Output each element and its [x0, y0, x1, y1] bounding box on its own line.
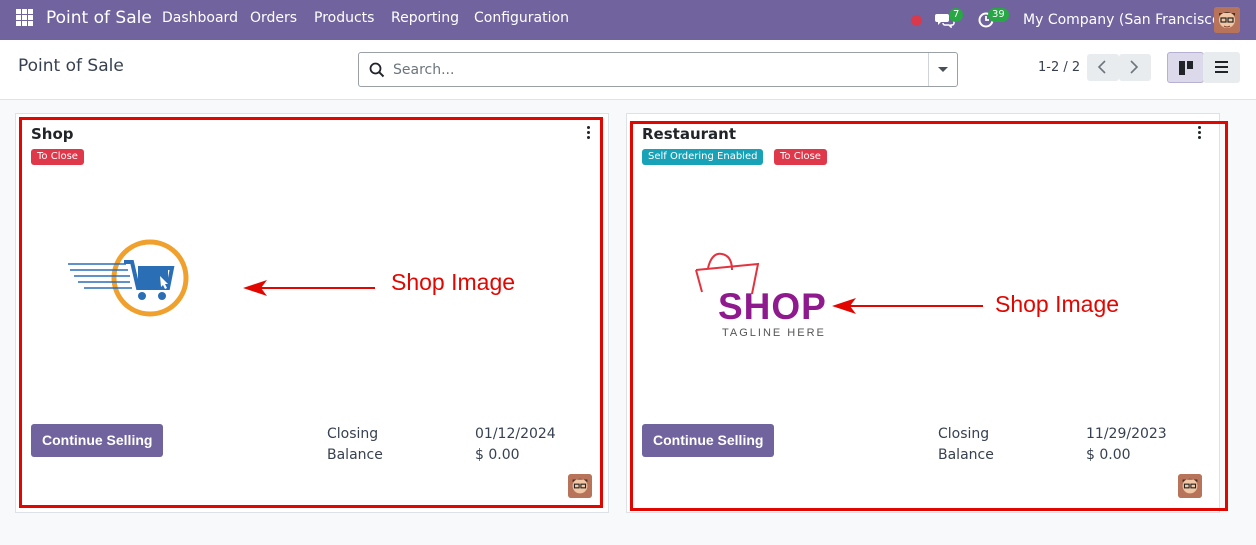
- card-menu-icon[interactable]: [587, 126, 591, 140]
- control-panel: Point of Sale 1-2 / 2: [0, 40, 1256, 100]
- closing-label: Closing: [327, 426, 379, 442]
- card-title[interactable]: Restaurant: [642, 125, 736, 143]
- search-options-toggle[interactable]: [928, 53, 957, 86]
- shop-image-annotation: Shop Image: [391, 269, 516, 295]
- balance-value: $ 0.00: [475, 447, 520, 463]
- company-switcher[interactable]: My Company (San Francisco): [1023, 12, 1226, 28]
- search-bar[interactable]: [358, 52, 958, 87]
- user-avatar[interactable]: [1214, 7, 1240, 33]
- closing-value: 01/12/2024: [475, 426, 556, 442]
- tag-to-close: To Close: [31, 149, 84, 165]
- annotation-arrow-icon: [832, 298, 983, 314]
- page-title: Point of Sale: [18, 56, 124, 76]
- closing-value: 11/29/2023: [1086, 426, 1167, 442]
- annotation-arrow-icon: [243, 280, 375, 296]
- tag-self-ordering: Self Ordering Enabled: [642, 149, 764, 165]
- app-brand[interactable]: Point of Sale: [46, 8, 152, 28]
- pager-previous-button[interactable]: [1087, 54, 1119, 81]
- pager-value[interactable]: 1-2 / 2: [1038, 60, 1080, 75]
- caret-down-icon: [938, 67, 948, 72]
- list-view-button[interactable]: [1203, 52, 1240, 83]
- shop-logo-text: SHOP: [718, 286, 827, 327]
- card-user-avatar[interactable]: [1178, 474, 1202, 498]
- apps-menu-icon[interactable]: [16, 9, 33, 26]
- kanban-icon: [1179, 61, 1193, 75]
- list-icon: [1215, 61, 1228, 73]
- menu-products[interactable]: Products: [314, 10, 374, 26]
- search-input[interactable]: [393, 59, 923, 81]
- balance-value: $ 0.00: [1086, 447, 1131, 463]
- shop-bag-logo: SHOP TAGLINE HERE: [686, 248, 826, 348]
- recording-dot-icon[interactable]: [911, 15, 922, 26]
- messages-badge: 7: [949, 8, 964, 22]
- continue-selling-button[interactable]: Continue Selling: [31, 424, 164, 457]
- pager-next-button[interactable]: [1119, 54, 1151, 81]
- card-title[interactable]: Shop: [31, 125, 74, 143]
- closing-label: Closing: [938, 426, 990, 442]
- top-navbar: Point of Sale Dashboard Orders Products …: [0, 0, 1256, 40]
- shop-logo-tagline: TAGLINE HERE: [722, 327, 826, 339]
- menu-dashboard[interactable]: Dashboard: [162, 10, 238, 26]
- menu-configuration[interactable]: Configuration: [474, 10, 569, 26]
- card-user-avatar[interactable]: [568, 474, 592, 498]
- activities-badge: 39: [988, 8, 1009, 22]
- menu-orders[interactable]: Orders: [250, 10, 297, 26]
- balance-label: Balance: [938, 447, 994, 463]
- chevron-right-icon: [1130, 60, 1139, 74]
- chevron-left-icon: [1097, 60, 1106, 74]
- kanban-view-button[interactable]: [1167, 52, 1204, 83]
- menu-reporting[interactable]: Reporting: [391, 10, 459, 26]
- search-icon: [369, 62, 385, 78]
- continue-selling-button[interactable]: Continue Selling: [642, 424, 775, 457]
- card-menu-icon[interactable]: [1198, 126, 1202, 140]
- shopping-cart-logo-icon: [68, 239, 189, 317]
- tag-to-close: To Close: [774, 149, 827, 165]
- shop-image-annotation: Shop Image: [995, 291, 1120, 317]
- balance-label: Balance: [327, 447, 383, 463]
